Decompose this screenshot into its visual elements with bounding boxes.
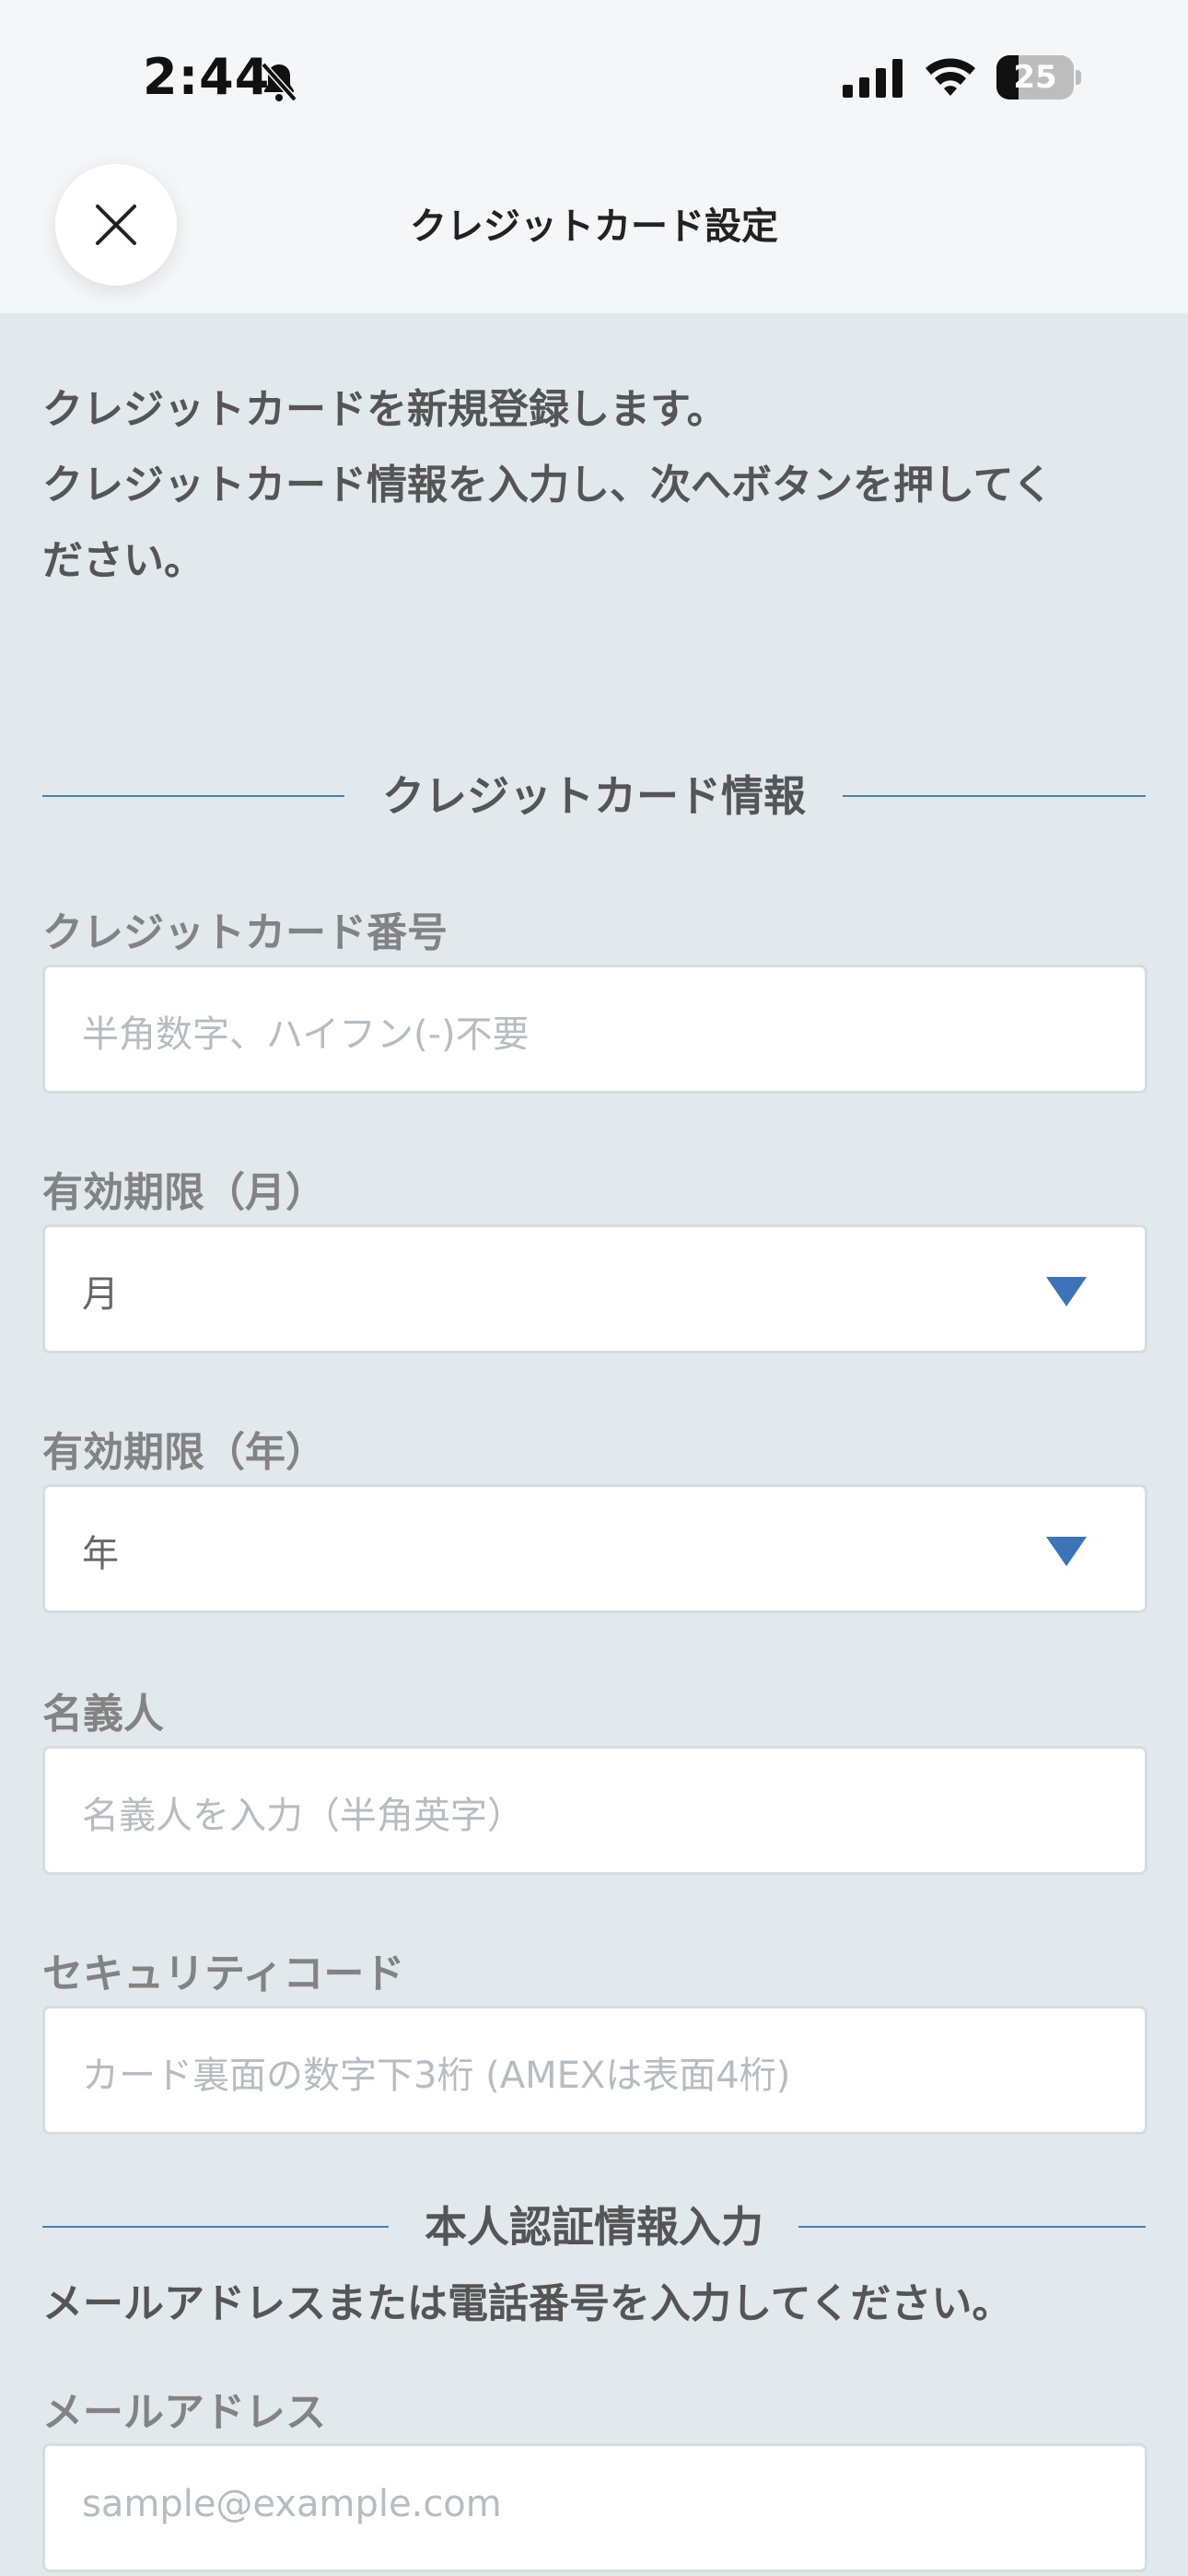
status-bar: 2:44 25 bbox=[0, 0, 1188, 157]
expiry-month-select[interactable]: 月 bbox=[42, 1224, 1147, 1353]
security-code-placeholder: カード裏面の数字下3桁 (AMEXは表面4桁) bbox=[82, 2055, 791, 2097]
cellular-signal-icon bbox=[843, 59, 903, 98]
card-number-label: クレジットカード番号 bbox=[42, 909, 448, 956]
section-identity-verification: 本人認証情報入力 bbox=[42, 2199, 1146, 2254]
security-code-label: セキュリティコード bbox=[42, 1950, 405, 1997]
battery-icon: 25 bbox=[996, 55, 1081, 100]
expiry-month-value: 月 bbox=[82, 1273, 119, 1316]
card-number-placeholder: 半角数字、ハイフン(-)不要 bbox=[82, 1013, 530, 1056]
security-code-input[interactable]: カード裏面の数字下3桁 (AMEXは表面4桁) bbox=[42, 2006, 1147, 2135]
expiry-year-value: 年 bbox=[82, 1533, 119, 1575]
section-divider-right bbox=[798, 2226, 1146, 2228]
page-title: クレジットカード設定 bbox=[410, 205, 778, 248]
intro-text: クレジットカードを新規登録します。 クレジットカード情報を入力し、次へボタンを押… bbox=[42, 372, 1157, 599]
chevron-down-icon bbox=[1046, 1277, 1087, 1306]
chevron-down-icon bbox=[1046, 1537, 1087, 1566]
card-holder-input[interactable]: 名義人を入力（半角英字） bbox=[42, 1746, 1147, 1875]
section-credit-card-info: クレジットカード情報 bbox=[42, 768, 1146, 824]
status-time: 2:44 bbox=[143, 48, 271, 106]
auth-instruction-text: メールアドレスまたは電話番号を入力してください。 bbox=[42, 2280, 1013, 2327]
bell-slash-icon bbox=[261, 62, 297, 102]
intro-line-3: ださい。 bbox=[42, 537, 204, 584]
expiry-year-label: 有効期限（年） bbox=[42, 1429, 326, 1476]
section-divider-right bbox=[843, 795, 1146, 797]
wifi-icon bbox=[926, 58, 975, 96]
email-input[interactable]: sample@example.com bbox=[42, 2443, 1147, 2572]
email-placeholder: sample@example.com bbox=[82, 2483, 502, 2525]
battery-percent: 25 bbox=[1013, 59, 1057, 96]
intro-line-2: クレジットカード情報を入力し、次へボタンを押してく bbox=[42, 462, 1054, 509]
card-number-input[interactable]: 半角数字、ハイフン(-)不要 bbox=[42, 965, 1147, 1094]
expiry-month-label: 有効期限（月） bbox=[42, 1169, 326, 1216]
card-holder-placeholder: 名義人を入力（半角英字） bbox=[82, 1795, 524, 1837]
expiry-year-select[interactable]: 年 bbox=[42, 1484, 1147, 1613]
intro-line-1: クレジットカードを新規登録します。 bbox=[42, 386, 728, 433]
card-holder-label: 名義人 bbox=[42, 1691, 164, 1738]
email-label: メールアドレス bbox=[42, 2389, 326, 2436]
